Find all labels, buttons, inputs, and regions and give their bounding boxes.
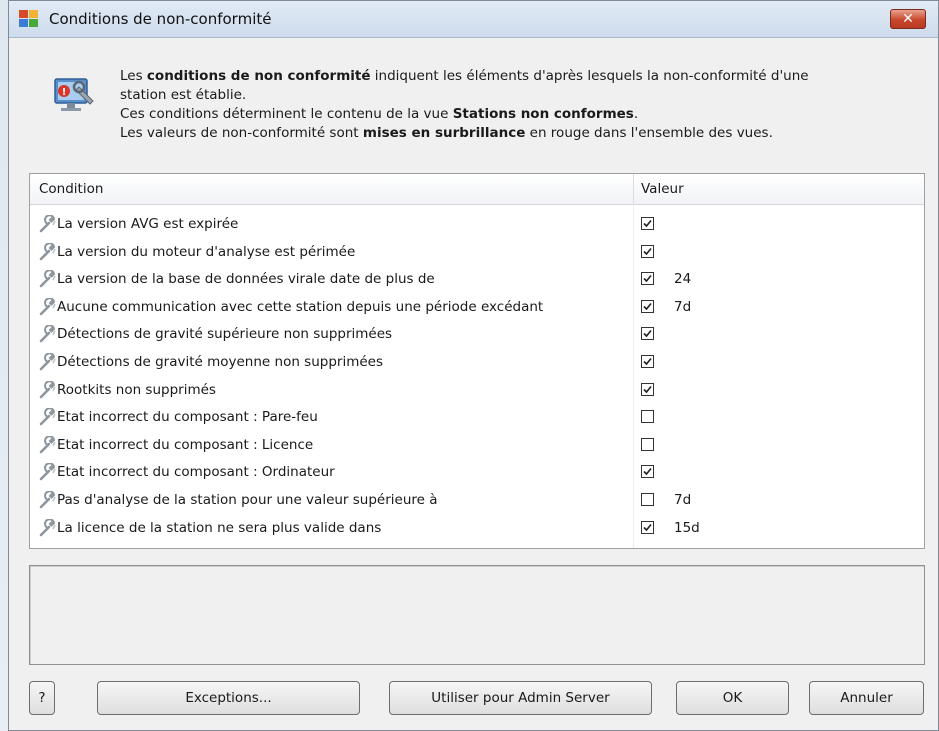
table-row[interactable]: Rootkits non supprimés bbox=[30, 377, 924, 404]
table-row[interactable]: La version de la base de données virale … bbox=[30, 266, 924, 293]
condition-checkbox[interactable] bbox=[641, 437, 654, 451]
condition-checkbox[interactable] bbox=[641, 520, 654, 534]
window-title: Conditions de non-conformité bbox=[49, 10, 272, 28]
help-button[interactable]: ? bbox=[29, 681, 55, 715]
table-row[interactable]: La licence de la station ne sera plus va… bbox=[30, 515, 924, 542]
condition-label: Détections de gravité moyenne non suppri… bbox=[57, 354, 383, 370]
admin-server-button[interactable]: Utiliser pour Admin Server bbox=[389, 681, 652, 715]
condition-value[interactable]: 24 bbox=[674, 271, 691, 287]
condition-label: Rootkits non supprimés bbox=[57, 381, 216, 398]
wrench-icon bbox=[39, 242, 56, 260]
wrench-icon bbox=[39, 463, 56, 481]
cancel-button[interactable]: Annuler bbox=[809, 681, 924, 715]
condition-label: Détections de gravité supérieure non sup… bbox=[57, 326, 393, 343]
condition-checkbox[interactable] bbox=[641, 299, 654, 313]
condition-label: La licence de la station ne sera plus va… bbox=[57, 519, 382, 536]
wrench-icon bbox=[39, 353, 56, 371]
info-text: Les conditions de non conformité indique… bbox=[120, 68, 809, 141]
table-row[interactable]: Détections de gravité supérieure non sup… bbox=[30, 321, 924, 348]
column-separator[interactable] bbox=[633, 174, 634, 204]
conditions-table: Condition Valeur La version AVG est expi… bbox=[29, 173, 925, 549]
conditions-dialog: Conditions de non-conformité ✕ ! Les con… bbox=[8, 0, 939, 731]
checkmark-icon bbox=[643, 330, 652, 338]
condition-label: Aucune communication avec cette station … bbox=[57, 298, 544, 315]
table-row[interactable]: Etat incorrect du composant : Licence bbox=[30, 432, 924, 459]
condition-checkbox[interactable] bbox=[641, 382, 654, 396]
ok-button[interactable]: OK bbox=[676, 681, 789, 715]
table-row[interactable]: Aucune communication avec cette station … bbox=[30, 294, 924, 321]
svg-text:!: ! bbox=[62, 87, 67, 98]
wrench-icon bbox=[39, 297, 56, 316]
condition-checkbox[interactable] bbox=[641, 272, 654, 286]
condition-label: La version de la base de données virale … bbox=[57, 271, 435, 288]
table-row[interactable]: Détections de gravité moyenne non suppri… bbox=[30, 349, 924, 376]
column-header-condition[interactable]: Condition bbox=[39, 181, 103, 197]
avg-logo-icon bbox=[19, 10, 38, 27]
table-row[interactable]: Etat incorrect du composant : Ordinateur bbox=[30, 459, 924, 486]
checkmark-icon bbox=[643, 385, 652, 393]
exceptions-button[interactable]: Exceptions... bbox=[97, 681, 360, 715]
condition-checkbox[interactable] bbox=[641, 355, 654, 368]
condition-checkbox[interactable] bbox=[641, 493, 654, 506]
wrench-icon bbox=[39, 408, 56, 426]
condition-label: Etat incorrect du composant : Ordinateur bbox=[57, 464, 335, 481]
condition-label: La version du moteur d'analyse est périm… bbox=[57, 243, 356, 260]
wrench-icon bbox=[39, 380, 56, 398]
wrench-icon bbox=[39, 491, 56, 509]
condition-checkbox[interactable] bbox=[641, 244, 654, 258]
condition-checkbox[interactable] bbox=[641, 327, 654, 341]
condition-checkbox[interactable] bbox=[641, 465, 654, 479]
condition-value[interactable]: 7d bbox=[674, 492, 691, 508]
condition-label: La version AVG est expirée bbox=[57, 216, 239, 232]
condition-label: Etat incorrect du composant : Pare-feu bbox=[57, 409, 318, 426]
condition-value[interactable]: 7d bbox=[674, 299, 691, 315]
checkmark-icon bbox=[643, 468, 652, 476]
checkmark-icon bbox=[643, 357, 652, 366]
table-row[interactable]: La version AVG est expirée bbox=[30, 211, 924, 238]
table-header: Condition Valeur bbox=[30, 174, 924, 205]
table-row[interactable]: Pas d'analyse de la station pour une val… bbox=[30, 487, 924, 514]
column-header-value[interactable]: Valeur bbox=[641, 181, 684, 197]
checkmark-icon bbox=[643, 275, 652, 283]
table-row[interactable]: Etat incorrect du composant : Pare-feu bbox=[30, 404, 924, 431]
description-box bbox=[29, 565, 925, 665]
close-button[interactable]: ✕ bbox=[890, 9, 926, 29]
condition-label: Pas d'analyse de la station pour une val… bbox=[57, 492, 438, 508]
wrench-icon bbox=[39, 270, 56, 288]
checkmark-icon bbox=[643, 247, 652, 255]
checkmark-icon bbox=[643, 219, 652, 228]
title-bar[interactable]: Conditions de non-conformité ✕ bbox=[9, 1, 938, 38]
condition-checkbox[interactable] bbox=[641, 217, 654, 230]
computer-settings-icon: ! bbox=[54, 78, 94, 111]
wrench-icon bbox=[39, 325, 56, 343]
checkmark-icon bbox=[643, 523, 652, 531]
table-row[interactable]: La version du moteur d'analyse est périm… bbox=[30, 239, 924, 266]
wrench-icon bbox=[39, 435, 56, 454]
checkmark-icon bbox=[643, 302, 652, 310]
condition-label: Etat incorrect du composant : Licence bbox=[57, 436, 314, 453]
condition-value[interactable]: 15d bbox=[674, 520, 700, 536]
wrench-icon bbox=[39, 215, 56, 233]
condition-checkbox[interactable] bbox=[641, 410, 654, 424]
wrench-icon bbox=[39, 518, 56, 536]
